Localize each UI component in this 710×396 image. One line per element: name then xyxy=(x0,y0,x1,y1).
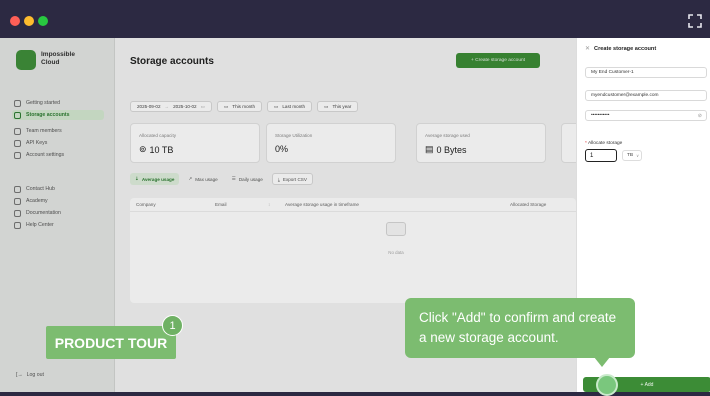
drawer-title: ✕ Create storage account xyxy=(585,45,657,53)
fullscreen-icon[interactable] xyxy=(688,14,702,28)
tour-beacon[interactable] xyxy=(596,374,618,396)
screen: Impossible Cloud Getting started Storage… xyxy=(0,0,710,396)
unit-value: TB xyxy=(627,153,634,158)
close-icon[interactable]: ✕ xyxy=(585,45,590,52)
email-field[interactable]: myendcustomer@example.com xyxy=(585,90,707,101)
minimize-window-dot[interactable] xyxy=(24,16,34,26)
window-titlebar xyxy=(0,0,710,38)
drawer-title-text: Create storage account xyxy=(594,45,657,52)
name-value: My End Customer-1 xyxy=(591,70,634,75)
allocate-storage-label: * Allocate storage xyxy=(585,141,622,146)
password-value: ••••••••••• xyxy=(591,113,610,118)
product-tour-button[interactable]: PRODUCT TOUR xyxy=(46,326,176,359)
tour-tooltip: Click "Add" to confirm and create a new … xyxy=(405,298,635,358)
allocate-storage-input[interactable]: 1 xyxy=(585,149,617,162)
allocate-storage-text: Allocate storage xyxy=(587,141,623,146)
chevron-down-icon: ∨ xyxy=(636,153,640,158)
password-field[interactable]: ••••••••••• ⊘ xyxy=(585,110,707,121)
tooltip-arrow xyxy=(594,357,610,367)
unit-select[interactable]: TB ∨ xyxy=(622,150,642,161)
tour-step-badge: 1 xyxy=(162,315,183,336)
name-field[interactable]: My End Customer-1 xyxy=(585,67,707,78)
close-window-dot[interactable] xyxy=(10,16,20,26)
email-value: myendcustomer@example.com xyxy=(591,93,659,98)
eye-off-icon[interactable]: ⊘ xyxy=(698,113,702,119)
allocate-storage-value: 1 xyxy=(590,152,594,159)
maximize-window-dot[interactable] xyxy=(38,16,48,26)
